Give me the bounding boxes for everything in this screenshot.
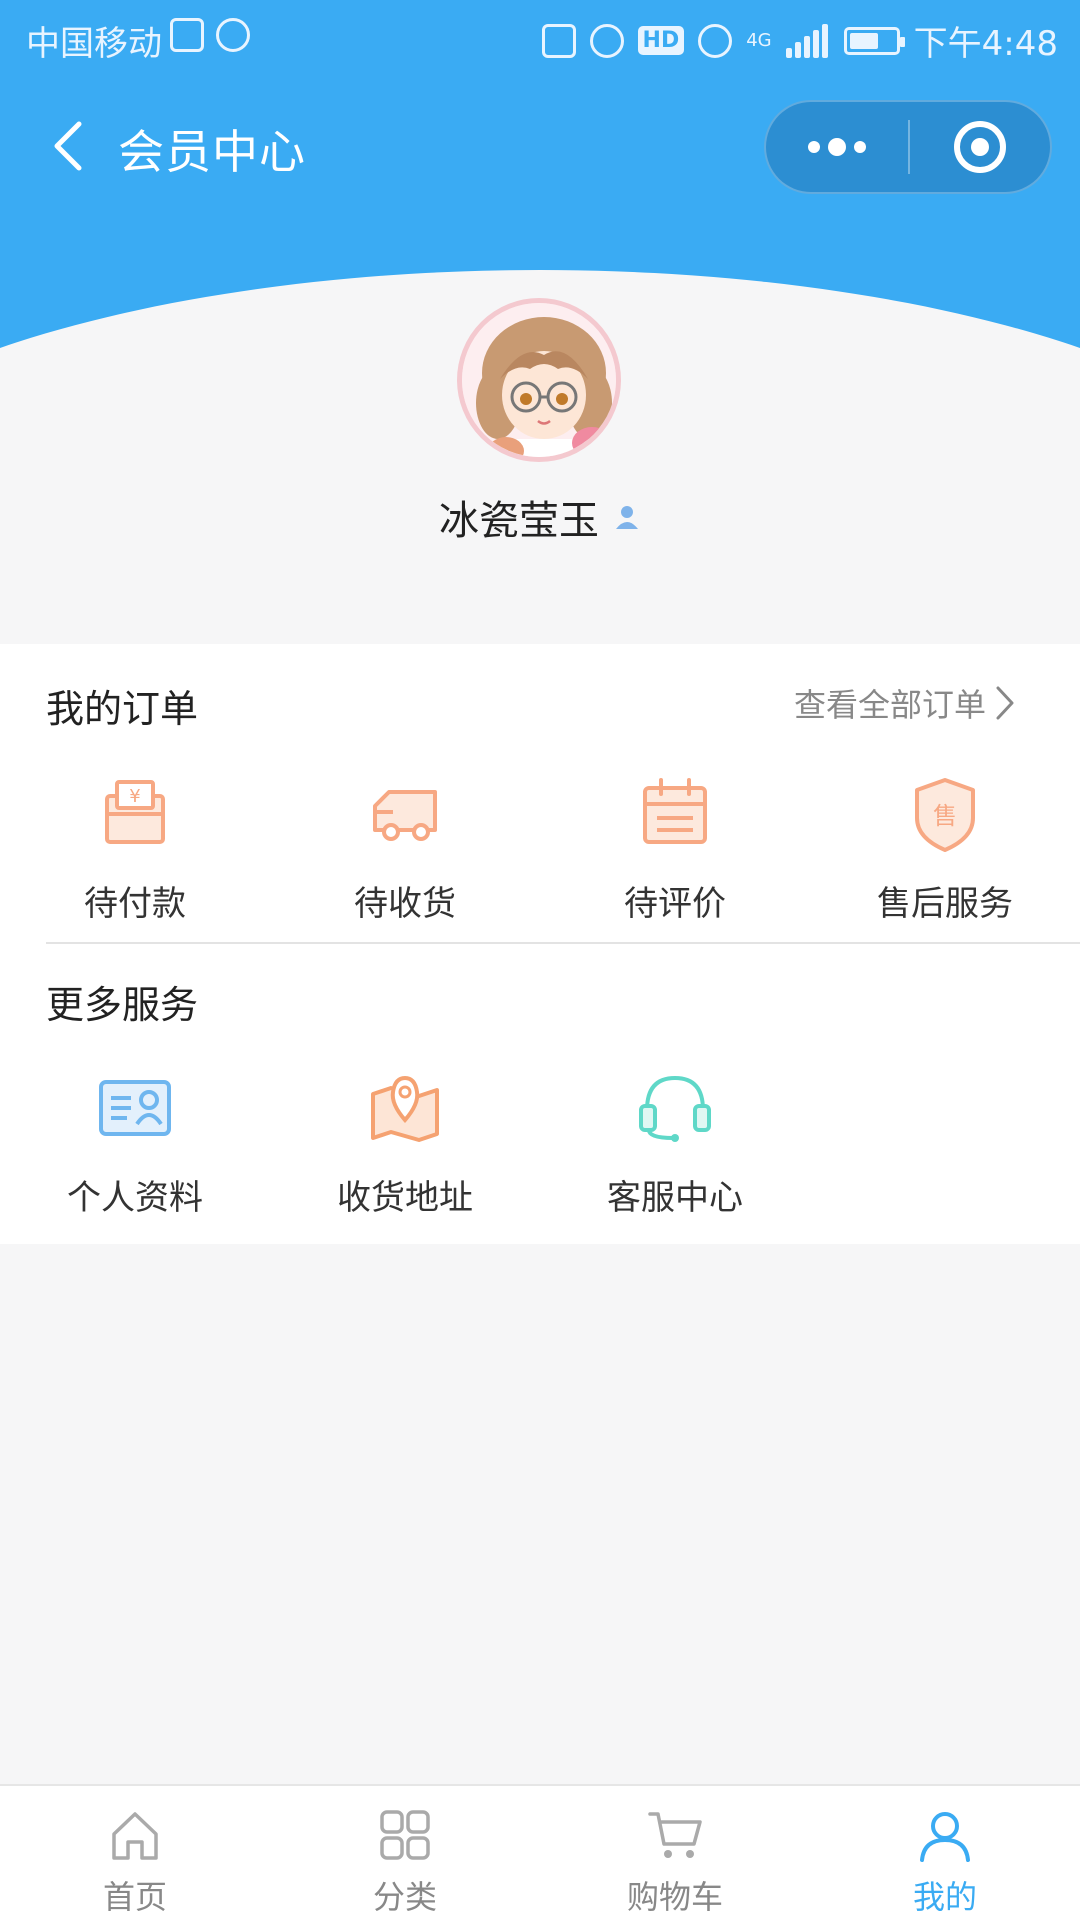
headset-icon <box>639 1075 711 1142</box>
page-title: 会员中心 <box>118 125 306 179</box>
category-icon <box>380 1810 430 1860</box>
service-customer-center[interactable]: 客服中心 <box>540 1066 810 1219</box>
close-button[interactable] <box>910 102 1050 192</box>
profile-name-row: 冰瓷莹玉 <box>0 488 1080 546</box>
order-label: 售后服务 <box>877 884 1013 924</box>
services-grid: 个人资料 收货地址 客服中心 <box>0 1066 1080 1219</box>
map-pin-icon <box>371 1075 439 1142</box>
order-pending-receipt[interactable]: 待收货 <box>270 772 540 925</box>
username: 冰瓷莹玉 <box>439 498 599 544</box>
order-after-sales[interactable]: 售 售后服务 <box>810 772 1080 925</box>
truck-icon <box>373 790 437 841</box>
chevron-left-icon <box>54 121 82 171</box>
tab-home[interactable]: 首页 <box>0 1786 270 1920</box>
battery-icon <box>843 26 905 55</box>
navigation-bar: 会员中心 <box>0 88 1080 208</box>
hd-badge: HD <box>637 26 685 55</box>
shield-char: 售 <box>933 802 957 830</box>
notification-icon <box>216 18 250 52</box>
services-title: 更多服务 <box>46 983 199 1027</box>
shield-icon: 售 <box>915 778 975 852</box>
view-all-orders-link[interactable]: 查看全部订单 <box>794 680 1016 726</box>
content-panel: 我的订单 查看全部订单 ¥ 待付款 待收货 待评价 售 售后服务 更多服务 个人… <box>0 644 1080 1244</box>
status-left-icons <box>170 18 250 52</box>
vibrate-icon <box>541 23 576 58</box>
svg-text:¥: ¥ <box>129 786 140 807</box>
signal-icon <box>785 23 830 58</box>
user-badge-icon <box>616 506 638 529</box>
back-button[interactable] <box>38 116 98 176</box>
section-divider <box>46 942 1080 944</box>
tab-cart[interactable]: 购物车 <box>540 1786 810 1920</box>
bottom-tab-bar: 首页 分类 购物车 我的 <box>0 1784 1080 1920</box>
service-label: 收货地址 <box>337 1178 473 1218</box>
service-label: 个人资料 <box>67 1178 203 1218</box>
tab-label: 购物车 <box>626 1878 723 1916</box>
mini-program-capsule <box>764 100 1052 194</box>
tab-label: 我的 <box>912 1878 977 1916</box>
carrier-name: 中国移动 <box>26 24 162 64</box>
id-card-icon <box>99 1080 171 1136</box>
view-all-label: 查看全部订单 <box>793 686 986 724</box>
calendar-icon <box>643 778 707 844</box>
network-type: 4G <box>746 30 772 51</box>
avatar-image <box>462 303 616 457</box>
status-time: 下午4:48 <box>913 24 1058 64</box>
order-pending-review[interactable]: 待评价 <box>540 772 810 925</box>
more-button[interactable] <box>766 102 908 192</box>
target-close-icon <box>954 121 1006 173</box>
tab-label: 首页 <box>102 1878 167 1916</box>
wallet-icon: ¥ <box>105 780 165 844</box>
order-label: 待评价 <box>624 884 726 924</box>
activity-icon <box>170 18 204 52</box>
avatar[interactable] <box>457 298 621 462</box>
cart-icon <box>648 1812 702 1858</box>
service-address[interactable]: 收货地址 <box>270 1066 540 1219</box>
order-label: 待付款 <box>84 884 186 924</box>
status-bar: 中国移动 HD 4G 下午4:48 <box>0 0 1080 74</box>
order-pending-payment[interactable]: ¥ 待付款 <box>0 772 270 925</box>
tab-label: 分类 <box>372 1878 437 1916</box>
order-label: 待收货 <box>354 884 456 924</box>
alarm-icon <box>589 23 624 58</box>
chevron-right-icon <box>996 686 1014 720</box>
tab-category[interactable]: 分类 <box>270 1786 540 1920</box>
tab-mine[interactable]: 我的 <box>810 1786 1080 1920</box>
eye-icon <box>698 23 733 58</box>
more-dots-icon <box>808 138 866 156</box>
home-icon <box>112 1812 158 1860</box>
user-icon <box>920 1812 970 1862</box>
status-right-icons: HD 4G 下午4:48 <box>541 16 1058 65</box>
service-profile[interactable]: 个人资料 <box>0 1066 270 1219</box>
orders-title: 我的订单 <box>46 687 199 731</box>
orders-grid: ¥ 待付款 待收货 待评价 售 售后服务 <box>0 772 1080 925</box>
service-label: 客服中心 <box>607 1178 743 1218</box>
